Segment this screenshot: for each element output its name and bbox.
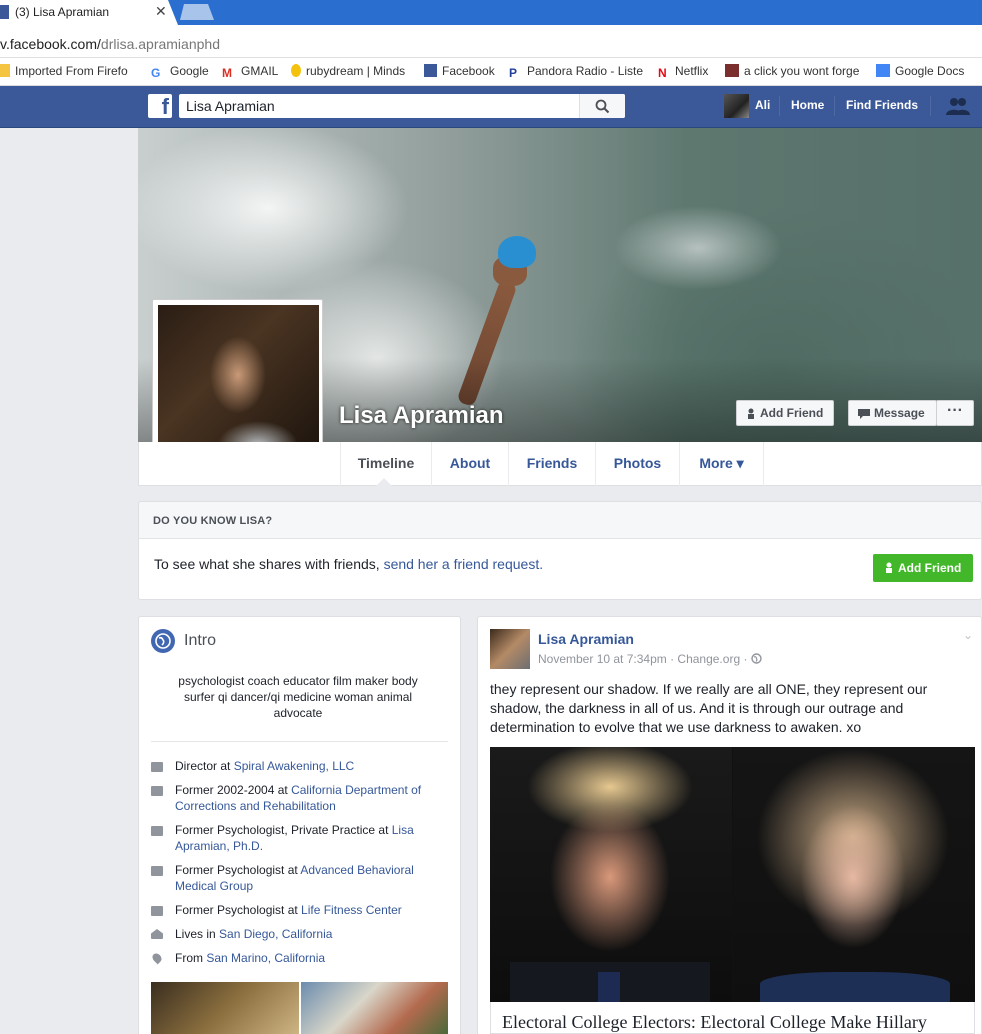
pandora-icon: P [509, 66, 518, 80]
url-text[interactable]: v.facebook.com/drlisa.apramianphd [0, 36, 220, 52]
intro-row-work: Former Psychologist at Advanced Behavior… [175, 863, 414, 893]
image-panel [733, 747, 975, 1002]
lightbulb-icon [291, 64, 301, 77]
active-tab-caret [376, 478, 392, 486]
search-input[interactable] [179, 94, 579, 118]
nav-divider [930, 96, 931, 116]
bookmark-a-click[interactable]: a click you wont forge [725, 64, 859, 80]
add-friend-icon [886, 562, 892, 573]
tab-friends[interactable]: Friends [509, 442, 596, 486]
address-bar[interactable]: v.facebook.com/drlisa.apramianphd [0, 25, 982, 58]
intro-divider [151, 741, 448, 742]
intro-row-lives-in: Lives in San Diego, California [175, 927, 333, 941]
intro-title: Intro [184, 632, 217, 649]
bookmark-google[interactable]: G Google [151, 64, 209, 80]
post-options-chevron-icon[interactable]: ⌄ [963, 628, 973, 642]
intro-photo[interactable] [151, 982, 299, 1034]
docs-icon [876, 64, 890, 77]
nav-divider [834, 96, 835, 116]
tab-about[interactable]: About [432, 442, 509, 486]
intro-row-work: Former Psychologist at Life Fitness Cent… [175, 903, 402, 917]
tab-close-icon[interactable]: ✕ [155, 3, 167, 20]
user-avatar[interactable] [724, 94, 749, 118]
do-you-know-text: To see what she shares with friends, sen… [154, 556, 544, 572]
post-text: they represent our shadow. If we really … [490, 681, 928, 735]
post-author-name[interactable]: Lisa Apramian [538, 631, 634, 647]
message-icon [858, 409, 870, 419]
cover-image-detail [498, 236, 536, 268]
hometown-link[interactable]: San Marino, California [206, 951, 325, 965]
profile-picture-image [158, 305, 319, 465]
intro-photo[interactable] [301, 982, 448, 1034]
nav-divider [779, 96, 780, 116]
intro-row-work: Former Psychologist, Private Practice at… [175, 823, 414, 853]
employer-link[interactable]: Spiral Awakening, LLC [234, 759, 355, 773]
find-friends-link[interactable]: Find Friends [846, 98, 918, 112]
image-detail [598, 972, 620, 1002]
bookmark-facebook[interactable]: Facebook [424, 64, 495, 80]
url-host: v.facebook.com/ [0, 36, 101, 52]
link-preview-title[interactable]: Electoral College Electors: Electoral Co… [502, 1012, 927, 1033]
google-icon: G [151, 66, 161, 80]
home-link[interactable]: Home [791, 98, 824, 112]
work-icon [151, 866, 163, 876]
bookmark-pandora[interactable]: P Pandora Radio - Liste [509, 64, 643, 80]
work-icon [151, 826, 163, 836]
profile-name[interactable]: Lisa Apramian [339, 402, 504, 430]
facebook-search [179, 94, 625, 118]
bookmark-rubydream[interactable]: rubydream | Minds [291, 64, 405, 80]
bookmark-gmail[interactable]: M GMAIL [222, 64, 278, 80]
netflix-icon: N [658, 66, 667, 80]
more-options-button[interactable]: ··· [936, 400, 974, 426]
do-you-know-title: DO YOU KNOW LISA? [153, 515, 273, 527]
tab-title: (3) Lisa Apramian [15, 5, 110, 19]
intro-row-work: Former 2002-2004 at California Departmen… [175, 783, 422, 813]
facebook-icon [424, 64, 437, 77]
post-link-image[interactable] [490, 747, 975, 1002]
employer-link[interactable]: Life Fitness Center [301, 903, 402, 917]
intro-row-work: Director at Spiral Awakening, LLC [175, 759, 355, 773]
intro-bio: psychologist coach educator film maker b… [178, 674, 418, 720]
image-detail [760, 972, 950, 1002]
city-link[interactable]: San Diego, California [219, 927, 332, 941]
public-globe-icon [751, 653, 762, 664]
new-tab-button[interactable] [180, 4, 214, 20]
facebook-logo-icon[interactable]: f [148, 94, 172, 119]
work-icon [151, 906, 163, 916]
user-name-link[interactable]: Ali [755, 98, 770, 112]
add-friend-icon [748, 408, 754, 419]
work-icon [151, 762, 163, 772]
post-meta: November 10 at 7:34pm · Change.org · [538, 652, 762, 666]
tab-more[interactable]: More ▾ [680, 442, 764, 486]
globe-icon [151, 629, 175, 653]
bookmark-netflix[interactable]: N Netflix [658, 64, 708, 80]
image-icon [725, 64, 739, 77]
facebook-favicon-icon [0, 5, 9, 19]
url-path: drlisa.apramianphd [100, 36, 220, 52]
friend-requests-icon[interactable] [946, 97, 970, 115]
folder-icon [0, 64, 10, 77]
post-author-avatar[interactable] [490, 629, 530, 669]
bookmark-google-docs[interactable]: Google Docs [876, 64, 964, 80]
message-button[interactable]: Message [848, 400, 937, 426]
intro-row-from: From San Marino, California [175, 951, 326, 965]
gmail-icon: M [222, 66, 232, 80]
browser-tab[interactable]: (3) Lisa Apramian ✕ [0, 0, 178, 25]
add-friend-button[interactable]: Add Friend [736, 400, 834, 426]
friend-request-link[interactable]: send her a friend request. [384, 556, 544, 572]
search-icon [595, 99, 610, 114]
tab-photos[interactable]: Photos [596, 442, 680, 486]
search-button[interactable] [579, 94, 625, 118]
work-icon [151, 786, 163, 796]
add-friend-green-button[interactable]: Add Friend [873, 554, 973, 582]
bookmarks-bar: Imported From Firefo G Google M GMAIL ruby… [0, 58, 982, 86]
bookmark-imported-firefox[interactable]: Imported From Firefo [0, 64, 128, 80]
